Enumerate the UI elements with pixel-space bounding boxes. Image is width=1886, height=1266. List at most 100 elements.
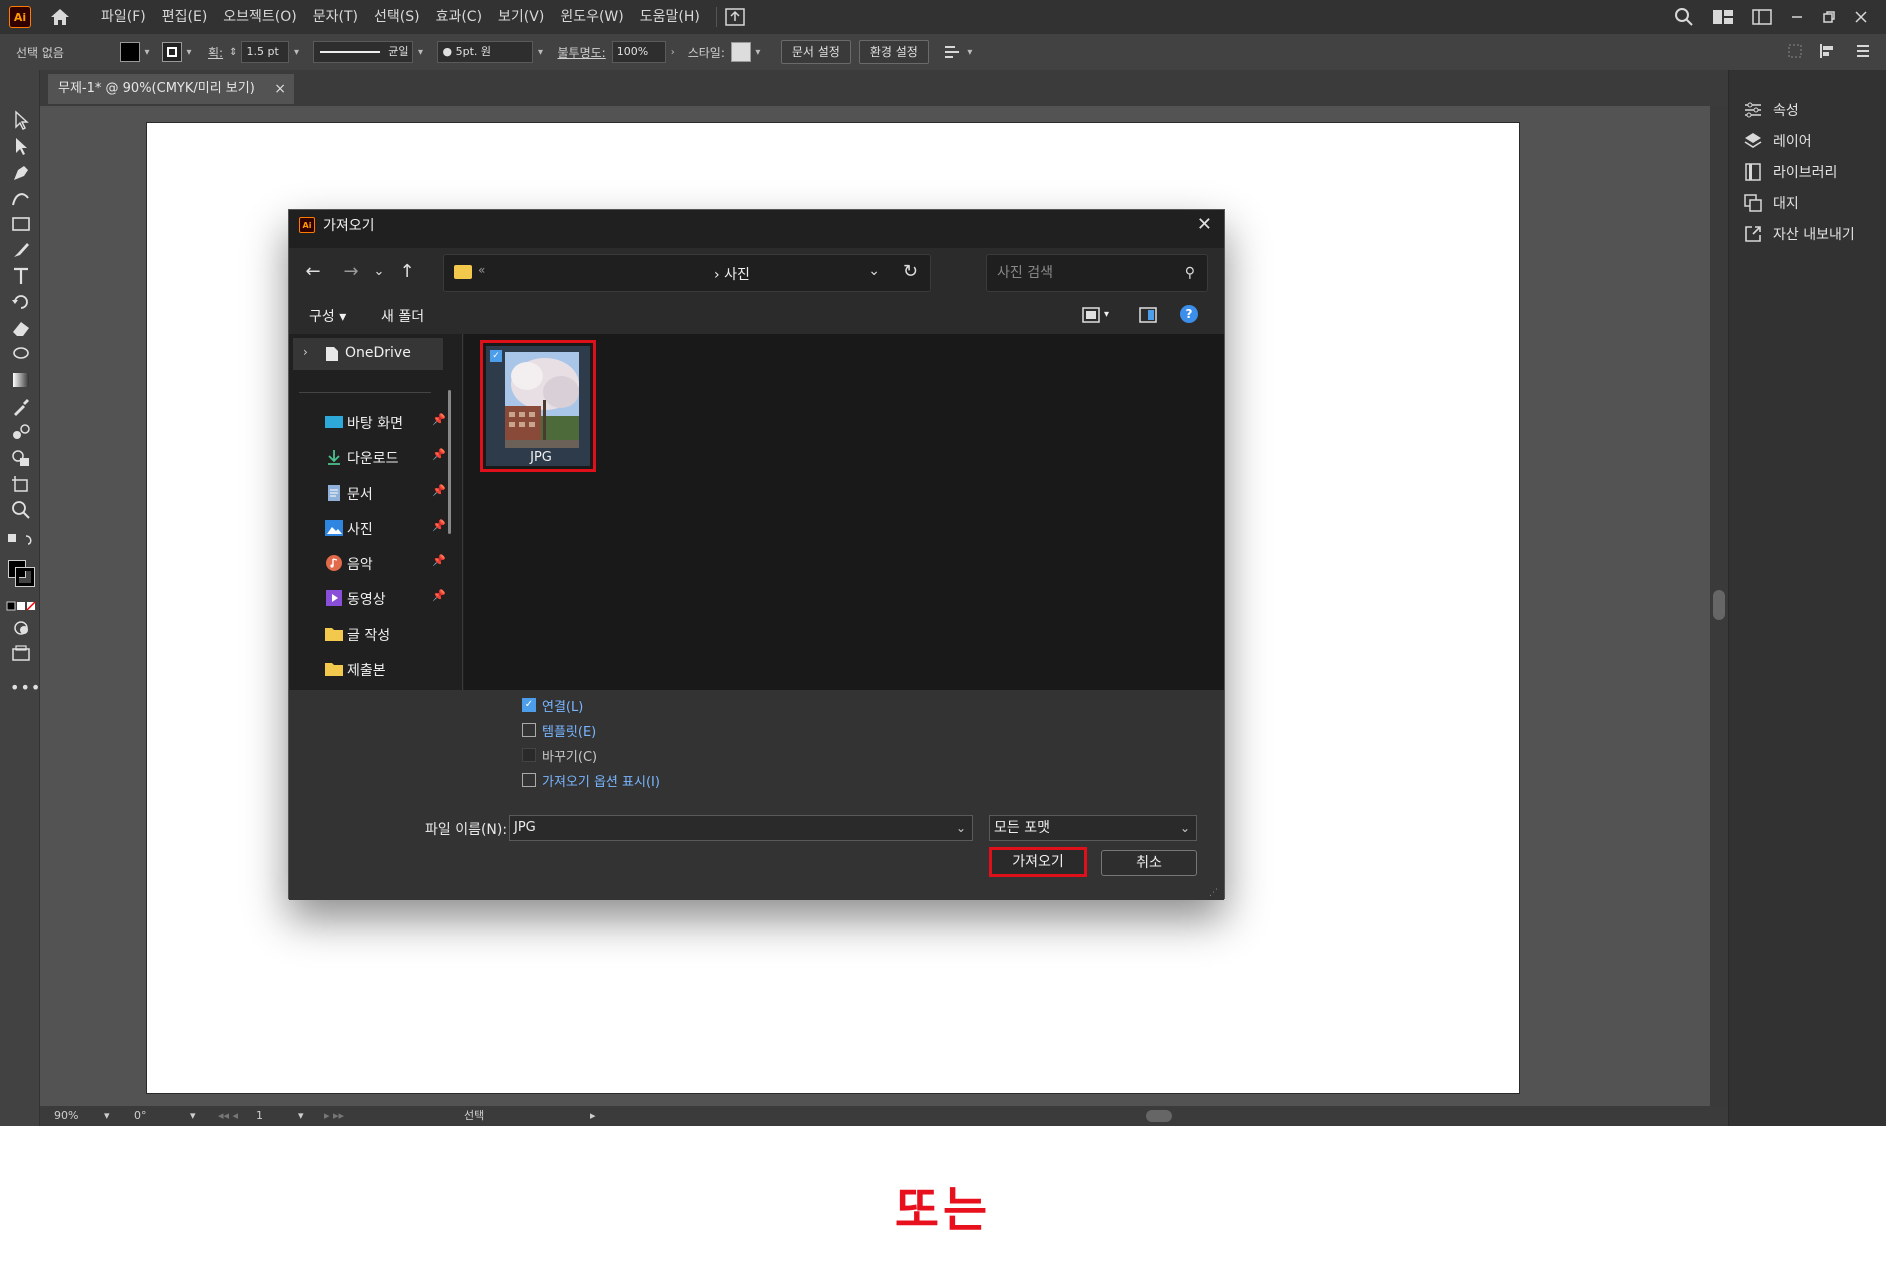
profile-dropdown-icon[interactable]: ▾ [413,47,427,58]
fill-dropdown-icon[interactable]: ▾ [140,47,154,58]
artboard-nav-prev-icon[interactable]: ◂◂ ◂ [218,1108,238,1124]
gradient-tool-icon[interactable] [10,370,32,390]
panel-asset-export[interactable]: 자산 내보내기 [1743,222,1855,246]
menu-window[interactable]: 윈도우(W) [552,0,631,34]
view-options-icon[interactable] [1082,306,1100,324]
graphic-style-swatch[interactable] [730,42,751,62]
horizontal-scroll-thumb[interactable] [1146,1110,1172,1122]
document-setup-button[interactable]: 문서 설정 [780,40,851,64]
import-button[interactable]: 가져오기 [989,847,1087,877]
color-mode-icons[interactable] [6,596,36,616]
search-icon[interactable] [1674,7,1694,27]
stroke-weight-dropdown-icon[interactable]: ▾ [289,47,303,58]
align-options-icon[interactable] [943,43,963,61]
pin-icon[interactable]: 📌 [432,448,446,461]
menu-edit[interactable]: 편집(E) [154,0,216,34]
brush-dropdown-icon[interactable]: ▾ [533,47,547,58]
sidebar-item-folder-writing[interactable]: 글 작성 [289,619,454,649]
panel-properties[interactable]: 속성 [1743,98,1799,122]
back-arrow-icon[interactable]: ← [301,260,325,284]
search-box[interactable]: 사진 검색 ⚲ [986,254,1208,292]
restore-icon[interactable] [1822,10,1836,24]
transform-icon[interactable] [1786,42,1804,60]
more-tools-icon[interactable]: ••• [10,678,41,697]
dialog-close-icon[interactable]: ✕ [1197,214,1212,235]
pin-icon[interactable]: 📌 [432,589,446,602]
file-list-area[interactable]: ✓ JPG [464,334,1224,690]
rectangle-tool-icon[interactable] [10,214,32,234]
new-folder-button[interactable]: 새 폴더 [381,306,424,326]
screen-mode-icon[interactable] [10,644,32,664]
fill-swatch[interactable] [120,42,140,62]
lasso-tool-icon[interactable] [10,344,32,364]
sidebar-item-documents[interactable]: 문서 📌 [289,478,454,508]
blend-tool-icon[interactable] [10,422,32,442]
stroke-swatch[interactable] [162,42,182,62]
address-dropdown-icon[interactable]: ⌄ [868,263,880,279]
menu-type[interactable]: 문자(T) [305,0,366,34]
artboard-dropdown-icon[interactable]: ▾ [298,1108,304,1124]
rotate-tool-icon[interactable] [10,292,32,312]
stroke-dropdown-icon[interactable]: ▾ [182,47,196,58]
view-dropdown-icon[interactable]: ▾ [1104,309,1109,320]
address-bar[interactable]: « › 사진 ⌄ ↻ [443,254,931,292]
file-item-jpg[interactable]: ✓ JPG [480,340,596,472]
artboard-nav-next-icon[interactable]: ▸ ▸▸ [324,1108,344,1124]
stroke-color-swatch[interactable] [15,567,35,587]
zoom-dropdown-icon[interactable]: ▾ [104,1108,110,1124]
file-format-dropdown-icon[interactable]: ⌄ [1180,816,1190,840]
panel-libraries[interactable]: 라이브러리 [1743,160,1837,184]
home-icon[interactable] [49,7,71,27]
show-import-options-checkbox[interactable] [522,773,536,787]
type-tool-icon[interactable] [10,266,32,286]
share-icon[interactable] [725,8,745,26]
breadcrumb-pictures[interactable]: › 사진 [714,264,750,284]
sidebar-item-videos[interactable]: 동영상 📌 [289,583,454,613]
sidebar-item-folder-submission[interactable]: 제출본 [289,654,454,684]
preferences-button[interactable]: 환경 설정 [858,40,929,64]
stroke-stepper-icon[interactable]: ⇕ [229,47,237,58]
arrange-icon[interactable] [1752,9,1772,25]
brush-definition-field[interactable]: ● 5pt. 원 [437,41,534,63]
scrollbar-thumb[interactable] [1713,590,1725,620]
selection-tool-icon[interactable] [10,110,32,130]
eyedropper-tool-icon[interactable] [10,396,32,416]
pin-icon[interactable]: 📌 [432,554,446,567]
artboard-number[interactable]: 1 [256,1108,263,1124]
close-tab-icon[interactable]: × [274,74,286,104]
sidebar-item-downloads[interactable]: 다운로드 📌 [289,442,454,472]
option-show-import-options[interactable]: 가져오기 옵션 표시(I) [522,771,660,790]
zoom-level[interactable]: 90% [54,1108,78,1124]
sidebar-item-desktop[interactable]: 바탕 화면 📌 [289,407,454,437]
sidebar-item-pictures[interactable]: 사진 📌 [289,513,454,543]
workspace-icon[interactable] [1712,9,1734,25]
document-tab[interactable]: 무제-1* @ 90%(CMYK/미리 보기) × [48,74,294,104]
variable-width-profile[interactable]: 균일 [313,41,414,63]
pen-tool-icon[interactable] [10,162,32,182]
file-name-dropdown-icon[interactable]: ⌄ [956,816,966,840]
option-link[interactable]: ✓ 연결(L) [522,696,583,715]
curvature-tool-icon[interactable] [10,188,32,208]
rotation-value[interactable]: 0° [134,1108,147,1124]
eraser-tool-icon[interactable] [10,318,32,338]
rotation-dropdown-icon[interactable]: ▾ [190,1108,196,1124]
sidebar-item-music[interactable]: 음악 📌 [289,548,454,578]
stroke-weight-field[interactable]: 1.5 pt [241,41,290,63]
draw-mode-icon[interactable] [10,618,32,638]
help-icon[interactable]: ? [1180,305,1198,323]
pin-icon[interactable]: 📌 [432,413,446,426]
preview-pane-icon[interactable] [1139,306,1157,324]
forward-arrow-icon[interactable]: → [339,260,363,284]
panel-menu-icon[interactable] [1854,42,1872,60]
fill-stroke-swap-icon[interactable] [6,532,36,552]
pin-icon[interactable]: 📌 [432,519,446,532]
organize-button[interactable]: 구성 ▾ [309,306,346,326]
align-dropdown-icon[interactable]: ▾ [963,47,977,58]
paintbrush-tool-icon[interactable] [10,240,32,260]
fill-stroke-widget[interactable] [8,560,35,587]
menu-file[interactable]: 파일(F) [93,0,154,34]
align-panel-icon[interactable] [1818,42,1840,60]
refresh-icon[interactable]: ↻ [903,261,918,282]
menu-view[interactable]: 보기(V) [490,0,552,34]
shape-builder-tool-icon[interactable] [10,448,32,468]
